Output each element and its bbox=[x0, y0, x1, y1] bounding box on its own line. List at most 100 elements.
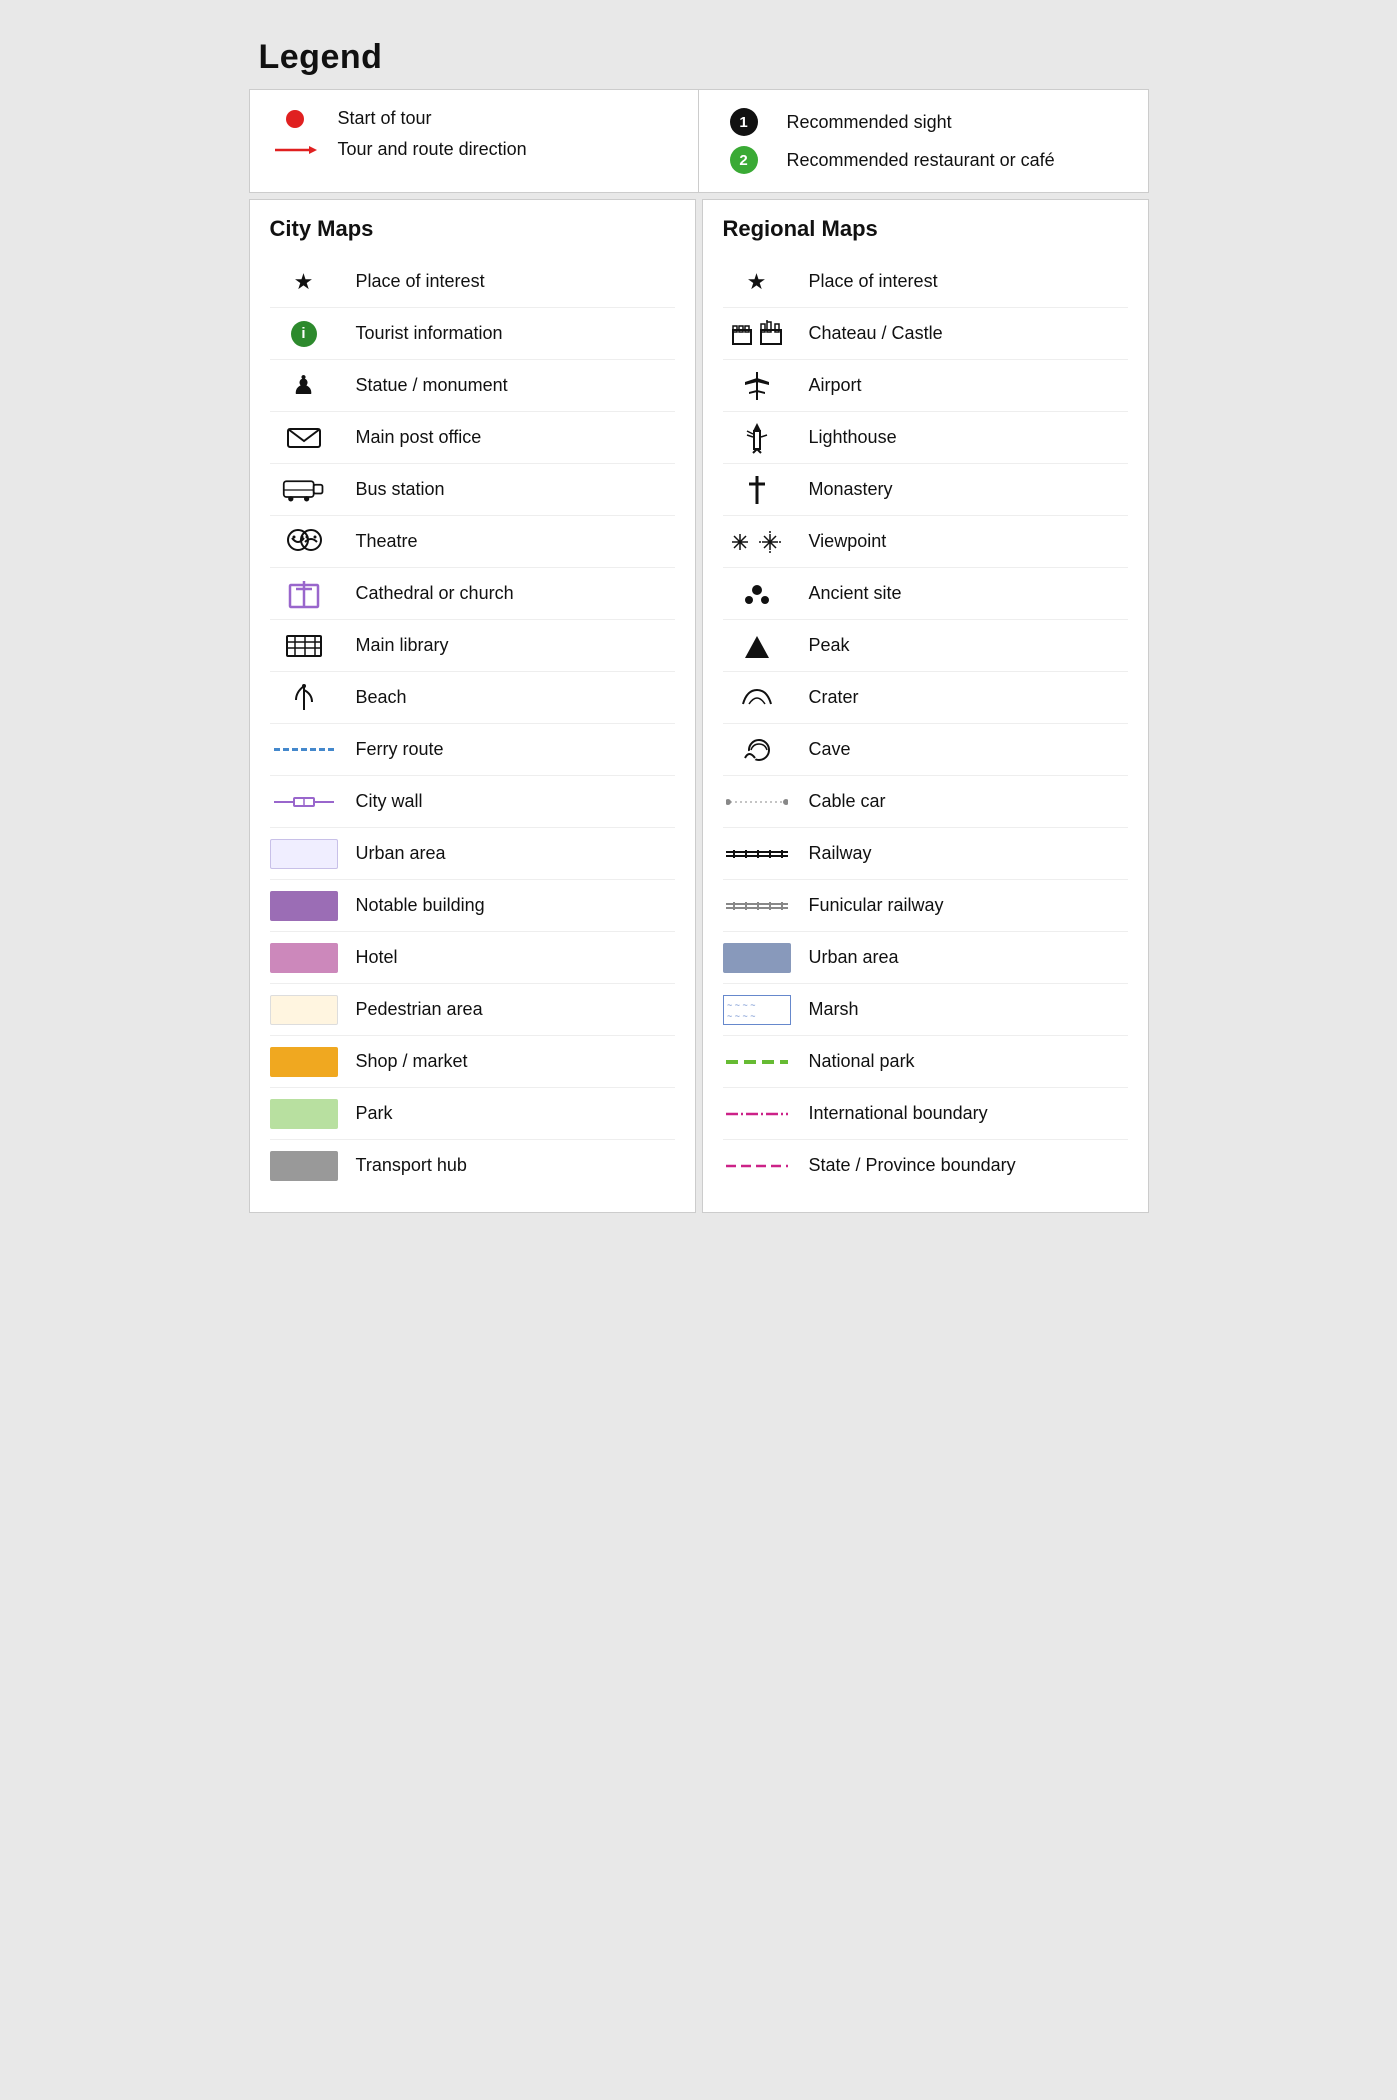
park-label: Park bbox=[356, 1102, 393, 1125]
list-item: Cathedral or church bbox=[270, 568, 675, 620]
bus-station-icon bbox=[270, 476, 338, 504]
list-item: i Tourist information bbox=[270, 308, 675, 360]
recommended-sight-label: Recommended sight bbox=[787, 112, 952, 133]
national-park-icon bbox=[723, 1057, 791, 1067]
list-item: National park bbox=[723, 1036, 1128, 1088]
list-item: ★ Place of interest bbox=[270, 256, 675, 308]
list-item: Beach bbox=[270, 672, 675, 724]
theatre-label: Theatre bbox=[356, 530, 418, 553]
regional-maps-column: Regional Maps ★ Place of interest bbox=[702, 199, 1149, 1213]
viewpoint-label: Viewpoint bbox=[809, 530, 887, 553]
start-of-tour-row: Start of tour bbox=[270, 108, 678, 129]
page-title: Legend bbox=[249, 20, 1149, 89]
beach-label: Beach bbox=[356, 686, 407, 709]
list-item: State / Province boundary bbox=[723, 1140, 1128, 1192]
ancient-site-label: Ancient site bbox=[809, 582, 902, 605]
start-of-tour-icon bbox=[270, 110, 320, 128]
airport-label: Airport bbox=[809, 374, 862, 397]
list-item: Main post office bbox=[270, 412, 675, 464]
recommended-sight-row: 1 Recommended sight bbox=[719, 108, 1128, 136]
chateau-label: Chateau / Castle bbox=[809, 322, 943, 345]
railway-icon bbox=[723, 846, 791, 862]
notable-building-icon bbox=[270, 891, 338, 921]
pedestrian-area-label: Pedestrian area bbox=[356, 998, 483, 1021]
library-label: Main library bbox=[356, 634, 449, 657]
top-section: Start of tour Tour and route direction 1… bbox=[249, 89, 1149, 193]
list-item: Theatre bbox=[270, 516, 675, 568]
list-item: Hotel bbox=[270, 932, 675, 984]
list-item: Airport bbox=[723, 360, 1128, 412]
recommended-restaurant-label: Recommended restaurant or café bbox=[787, 150, 1055, 171]
list-item: Viewpoint bbox=[723, 516, 1128, 568]
list-item: Ferry route bbox=[270, 724, 675, 776]
library-icon bbox=[270, 632, 338, 660]
bus-station-label: Bus station bbox=[356, 478, 445, 501]
list-item: Crater bbox=[723, 672, 1128, 724]
list-item: Main library bbox=[270, 620, 675, 672]
tour-route-label: Tour and route direction bbox=[338, 139, 527, 160]
cable-car-label: Cable car bbox=[809, 790, 886, 813]
list-item: Funicular railway bbox=[723, 880, 1128, 932]
list-item: ★ Place of interest bbox=[723, 256, 1128, 308]
list-item: Bus station bbox=[270, 464, 675, 516]
urban-area-regional-label: Urban area bbox=[809, 946, 899, 969]
funicular-icon bbox=[723, 898, 791, 914]
urban-area-regional-icon bbox=[723, 943, 791, 973]
transport-hub-label: Transport hub bbox=[356, 1154, 467, 1177]
recommended-restaurant-row: 2 Recommended restaurant or café bbox=[719, 146, 1128, 174]
statue-icon: ♟ bbox=[270, 370, 338, 401]
viewpoint-icon bbox=[723, 528, 791, 556]
legend-page: Legend Start of tour Tour and route dire… bbox=[249, 20, 1149, 1213]
bottom-section: City Maps ★ Place of interest i Tourist … bbox=[249, 199, 1149, 1213]
list-item: Cable car bbox=[723, 776, 1128, 828]
crater-icon bbox=[723, 686, 791, 710]
urban-area-icon bbox=[270, 839, 338, 869]
regional-place-label: Place of interest bbox=[809, 270, 938, 293]
tour-route-icon bbox=[270, 142, 320, 158]
pedestrian-area-icon bbox=[270, 995, 338, 1025]
cave-label: Cave bbox=[809, 738, 851, 761]
peak-label: Peak bbox=[809, 634, 850, 657]
marsh-label: Marsh bbox=[809, 998, 859, 1021]
top-left: Start of tour Tour and route direction bbox=[250, 90, 699, 192]
international-boundary-icon bbox=[723, 1108, 791, 1120]
city-maps-title: City Maps bbox=[270, 216, 675, 242]
recommended-sight-icon: 1 bbox=[719, 108, 769, 136]
cave-icon bbox=[723, 736, 791, 764]
top-right: 1 Recommended sight 2 Recommended restau… bbox=[699, 90, 1148, 192]
post-office-icon bbox=[270, 425, 338, 451]
lighthouse-icon bbox=[723, 421, 791, 455]
star-icon: ★ bbox=[270, 269, 338, 295]
peak-icon bbox=[723, 632, 791, 660]
list-item: Lighthouse bbox=[723, 412, 1128, 464]
list-item: Monastery bbox=[723, 464, 1128, 516]
list-item: Park bbox=[270, 1088, 675, 1140]
city-wall-icon bbox=[270, 794, 338, 810]
recommended-restaurant-icon: 2 bbox=[719, 146, 769, 174]
list-item: City wall bbox=[270, 776, 675, 828]
start-of-tour-label: Start of tour bbox=[338, 108, 432, 129]
statue-label: Statue / monument bbox=[356, 374, 508, 397]
airport-icon bbox=[723, 370, 791, 402]
regional-maps-title: Regional Maps bbox=[723, 216, 1128, 242]
shop-market-label: Shop / market bbox=[356, 1050, 468, 1073]
monastery-label: Monastery bbox=[809, 478, 893, 501]
ancient-site-icon bbox=[723, 580, 791, 608]
notable-building-label: Notable building bbox=[356, 894, 485, 917]
lighthouse-label: Lighthouse bbox=[809, 426, 897, 449]
tourist-info-icon: i bbox=[270, 321, 338, 347]
list-item: International boundary bbox=[723, 1088, 1128, 1140]
transport-hub-icon bbox=[270, 1151, 338, 1181]
list-item: Pedestrian area bbox=[270, 984, 675, 1036]
list-item: Urban area bbox=[270, 828, 675, 880]
city-wall-label: City wall bbox=[356, 790, 423, 813]
tour-route-row: Tour and route direction bbox=[270, 139, 678, 160]
national-park-label: National park bbox=[809, 1050, 915, 1073]
state-boundary-icon bbox=[723, 1161, 791, 1171]
list-item: Notable building bbox=[270, 880, 675, 932]
list-item: Cave bbox=[723, 724, 1128, 776]
list-item: Railway bbox=[723, 828, 1128, 880]
chateau-icon bbox=[723, 320, 791, 348]
railway-label: Railway bbox=[809, 842, 872, 865]
cathedral-label: Cathedral or church bbox=[356, 582, 514, 605]
